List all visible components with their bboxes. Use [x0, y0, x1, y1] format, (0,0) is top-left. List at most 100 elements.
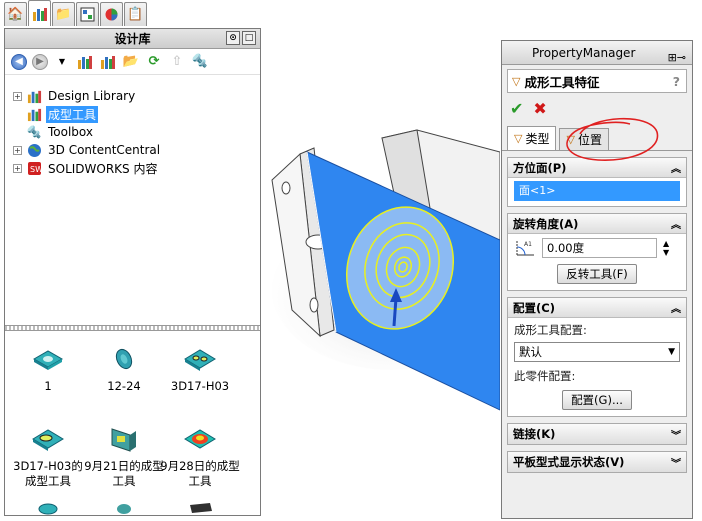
thumbnail-label: 3D17-H03 — [170, 379, 230, 393]
forming-tool-thumbnail-icon — [30, 425, 66, 453]
view-palette-icon[interactable] — [76, 2, 99, 26]
thumbnail-label: 9月28日的成型工具 — [160, 459, 240, 488]
tree-item-toolbox[interactable]: 🔩 Toolbox — [13, 123, 95, 141]
feature-title: 成形工具特征 — [524, 74, 600, 90]
add-to-library-icon[interactable] — [76, 53, 94, 71]
new-folder-icon[interactable]: 📂 — [122, 53, 140, 71]
svg-text:A1: A1 — [524, 241, 532, 248]
expand-icon[interactable]: ︾ — [671, 427, 681, 442]
configuration-button[interactable]: 配置(G)... — [562, 390, 632, 410]
ok-button[interactable]: ✔ — [510, 99, 523, 118]
cancel-button[interactable]: ✖ — [533, 99, 546, 118]
group-header[interactable]: 配置(C) ︽ — [508, 298, 686, 318]
pm-title-label: PropertyManager — [532, 46, 636, 60]
up-one-level-icon[interactable]: ⇧ — [168, 53, 186, 71]
help-icon[interactable]: ? — [673, 74, 680, 89]
tool-config-select[interactable]: 默认 ▼ — [514, 342, 680, 362]
tab-type[interactable]: ▽ 类型 — [507, 126, 557, 150]
thumbnail-item[interactable]: 9月21日的成型工具 — [84, 425, 164, 489]
expand-icon[interactable]: + — [13, 145, 22, 155]
tree-item-label: Toolbox — [48, 125, 93, 139]
thumbnail-label: 3D17-H03的成型工具 — [13, 459, 83, 488]
collapse-icon[interactable]: ︽ — [671, 300, 681, 315]
group-header[interactable]: 平板型式显示状态(V) ︾ — [508, 452, 686, 472]
custom-properties-icon[interactable]: 📋 — [124, 2, 147, 26]
flip-tool-button[interactable]: 反转工具(F) — [557, 264, 637, 284]
tree-item-forming-tools[interactable]: 成型工具 — [13, 105, 99, 123]
thumbnail-item[interactable]: 3D17-H03 — [160, 345, 240, 394]
toolbox-icon[interactable]: 🔩 — [191, 53, 209, 71]
flat-pattern-display-group: 平板型式显示状态(V) ︾ — [507, 451, 687, 473]
forming-tool-thumbnail-icon — [182, 345, 218, 373]
group-title: 配置(C) — [513, 300, 555, 315]
panel-title: 设计库 — [114, 32, 151, 46]
group-header[interactable]: 链接(K) ︾ — [508, 424, 686, 444]
task-pane-tabs: 🏠 📁 📋 — [4, 0, 147, 28]
part-config-label: 此零件配置: — [514, 369, 576, 383]
rotation-angle-group: 旋转角度(A) ︽ A1 0.00度 ▲ ▼ 反转工具(F) — [507, 213, 687, 291]
forming-tool-thumbnail-icon — [182, 499, 218, 515]
tree-item-solidworks-content[interactable]: + SW SOLIDWORKS 内容 — [13, 159, 159, 177]
feature-title-bar: ▽ 成形工具特征 ? — [507, 69, 687, 93]
forward-icon[interactable]: ▶ — [32, 53, 48, 70]
expand-icon[interactable]: + — [13, 163, 22, 173]
tree-item-design-library[interactable]: + Design Library — [13, 87, 137, 105]
group-title: 方位面(P) — [513, 160, 567, 175]
tree-item-3d-contentcentral[interactable]: + 3D ContentCentral — [13, 141, 162, 159]
graphics-viewport[interactable] — [262, 30, 512, 510]
thumbnail-item[interactable]: 3D17-H03的成型工具 — [8, 425, 88, 489]
add-file-location-icon[interactable] — [99, 53, 117, 71]
tree-item-label: Design Library — [48, 89, 136, 103]
thumbnail-item[interactable] — [160, 499, 240, 515]
thumbnail-item[interactable] — [84, 499, 164, 515]
tab-label: 类型 — [525, 132, 550, 146]
forming-tool-thumbnail-icon — [106, 499, 142, 515]
design-library-panel: 设计库 ⊙ □ ◀ ▶ ▼ 📂 ⟳ ⇧ 🔩 + Design Library 成… — [4, 28, 261, 516]
tree-item-label: SOLIDWORKS 内容 — [48, 161, 158, 176]
angle-spinner[interactable]: ▲ ▼ — [663, 239, 669, 257]
folder-icon[interactable]: 📁 — [52, 2, 75, 26]
pin-icon[interactable]: ⊙ — [226, 31, 240, 45]
thumbnail-grid: 1 12-24 3D17-H03 3D17-H03的成型工具 9月21日的成型工… — [5, 333, 260, 515]
collapse-icon[interactable]: ︽ — [671, 160, 681, 175]
configuration-group: 配置(C) ︽ 成形工具配置: 默认 ▼ 此零件配置: 配置(G)... — [507, 297, 687, 417]
expand-icon[interactable]: ︾ — [671, 455, 681, 470]
forming-tool-icon: ▽ — [514, 132, 523, 145]
dropdown-arrow-icon[interactable]: ▼ — [53, 53, 71, 71]
rotation-angle-value: 0.00度 — [547, 241, 585, 255]
group-header[interactable]: 旋转角度(A) ︽ — [508, 214, 686, 234]
thumbnail-item[interactable]: 12-24 — [84, 345, 164, 394]
rotation-angle-input[interactable]: 0.00度 — [542, 238, 657, 258]
face-selection-value: 面<1> — [519, 184, 556, 197]
refresh-icon[interactable]: ⟳ — [145, 53, 163, 71]
home-icon[interactable]: 🏠 — [4, 2, 27, 26]
thumbnail-item[interactable]: 1 — [8, 345, 88, 394]
forming-tool-thumbnail-icon — [30, 499, 66, 515]
svg-text:SW: SW — [30, 165, 42, 174]
window-icon[interactable]: □ — [242, 31, 256, 45]
tree-item-label: 3D ContentCentral — [48, 143, 161, 157]
expand-icon[interactable]: + — [13, 91, 22, 101]
thumbnail-item[interactable]: 9月28日的成型工具 — [160, 425, 240, 489]
thumbnail-label: 9月21日的成型工具 — [84, 459, 164, 488]
pin-icon[interactable]: ⊞⊸ — [668, 46, 686, 70]
forming-tool-thumbnail-icon — [106, 345, 142, 373]
link-group: 链接(K) ︾ — [507, 423, 687, 445]
appearances-icon[interactable] — [100, 2, 123, 26]
thumbnail-item[interactable] — [8, 499, 88, 515]
design-library-tree: + Design Library 成型工具 🔩 Toolbox + 3D Con… — [5, 77, 260, 353]
chevron-down-icon: ▼ — [668, 347, 675, 357]
collapse-icon[interactable]: ︽ — [671, 216, 681, 231]
red-annotation-circle — [566, 117, 659, 161]
face-selection-box[interactable]: 面<1> — [514, 181, 680, 201]
design-library-icon[interactable] — [28, 0, 51, 26]
thumbnail-label: 1 — [44, 379, 52, 393]
group-title: 链接(K) — [513, 427, 556, 441]
back-icon[interactable]: ◀ — [11, 53, 27, 70]
tool-config-label: 成形工具配置: — [514, 323, 587, 337]
design-library-icon — [26, 88, 42, 104]
panel-splitter[interactable] — [5, 325, 260, 331]
property-manager-title: PropertyManager ⊞⊸ — [502, 41, 692, 65]
